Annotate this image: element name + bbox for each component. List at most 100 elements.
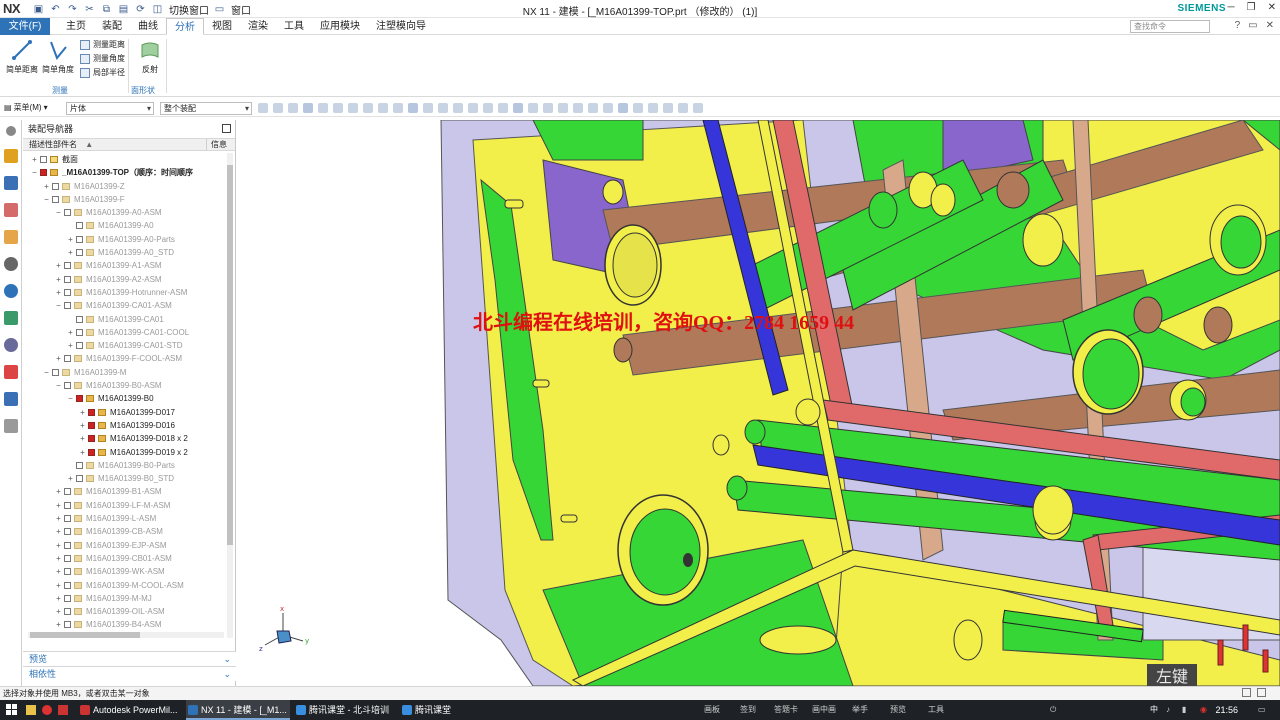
toolbar-tool-icon[interactable] [288,103,298,113]
tree-row[interactable]: + M16A01399-CB-ASM [23,525,229,538]
tab-3[interactable]: 分析 [166,18,204,35]
visibility-checkbox[interactable] [64,302,71,310]
toolbar-tool-icon[interactable] [438,103,448,113]
visibility-checkbox[interactable] [76,249,83,257]
visibility-checkbox[interactable] [64,594,71,602]
visibility-checkbox[interactable] [64,382,71,390]
column-part-name[interactable]: 描述性部件名 [29,140,77,149]
taskbar-app-tencent-class-2[interactable]: 腾讯课堂 [400,700,480,720]
tree-row[interactable]: − M16A01399-F [23,193,229,206]
tree-row[interactable]: + M16A01399-Hotrunner-ASM [23,286,229,299]
tree-row[interactable]: + M16A01399-Z [23,180,229,193]
menu-button[interactable]: ▤ 菜单(M) ▾ [4,102,48,113]
ime-indicator[interactable]: 中 [1150,700,1158,720]
assembly-navigator-icon[interactable] [3,149,18,163]
taskbar-app-nx[interactable]: NX 11 - 建模 - [_M1... [186,700,290,720]
process-studio-icon[interactable] [3,365,18,379]
tab-5[interactable]: 渲染 [240,18,276,35]
tree-row[interactable]: + M16A01399-A0-Parts [23,233,229,246]
selection-scope-select[interactable]: 整个装配 [160,102,252,115]
tree-row[interactable]: + M16A01399-WK-ASM [23,565,229,578]
toolbar-tool-icon[interactable] [273,103,283,113]
settings-icon[interactable] [5,126,16,136]
visibility-checkbox[interactable] [64,209,71,217]
expand-icon[interactable]: + [67,233,74,246]
classroom-tool-3[interactable]: 画中画 [812,700,836,720]
tree-row[interactable]: M16A01399-B0-Parts [23,459,229,472]
classroom-tool-2[interactable]: 答题卡 [774,700,798,720]
taskbar-app-tencent-class[interactable]: 腾讯课堂 - 北斗培训 [294,700,394,720]
collapse-icon[interactable]: − [43,193,50,206]
toolbar-tool-icon[interactable] [633,103,643,113]
horizontal-scrollbar[interactable] [28,632,224,638]
status-box-icon[interactable] [1242,688,1251,697]
tree-row[interactable]: + M16A01399-D018 x 2 [23,432,229,445]
toolbar-tool-icon[interactable] [588,103,598,113]
visibility-checkbox[interactable] [88,448,95,456]
column-info[interactable]: 信息 [206,139,227,151]
visibility-checkbox[interactable] [52,195,59,203]
tree-row[interactable]: + M16A01399-L-ASM [23,512,229,525]
tab-0[interactable]: 主页 [58,18,94,35]
tree-row[interactable]: + M16A01399-B0_STD [23,472,229,485]
tree-row[interactable]: + M16A01399-LF-M-ASM [23,499,229,512]
visibility-checkbox[interactable] [64,554,71,562]
expand-icon[interactable]: + [79,432,86,445]
tree-row[interactable]: − M16A01399-A0-ASM [23,206,229,219]
visibility-checkbox[interactable] [64,528,71,536]
tree-row[interactable]: − M16A01399-B0-ASM [23,379,229,392]
expand-icon[interactable]: + [55,539,62,552]
toolbar-tool-icon[interactable] [453,103,463,113]
network-icon[interactable]: ▮ [1182,700,1186,720]
toolbar-tool-icon[interactable] [498,103,508,113]
tab-7[interactable]: 应用模块 [312,18,368,35]
expand-icon[interactable]: + [55,352,62,365]
tree-row[interactable]: + M16A01399-A1-ASM [23,259,229,272]
tree-row[interactable]: + M16A01399-A2-ASM [23,273,229,286]
tree-row[interactable]: + M16A01399-D019 x 2 [23,446,229,459]
visibility-checkbox[interactable] [64,262,71,270]
collapse-icon[interactable]: − [55,299,62,312]
classroom-tool-4[interactable]: 举手 [852,700,868,720]
expand-icon[interactable]: + [55,565,62,578]
simple-angle-button[interactable]: 简单角度 [40,39,76,75]
visibility-checkbox[interactable] [40,169,47,177]
type-filter-select[interactable]: 片体 [66,102,154,115]
visibility-checkbox[interactable] [76,475,83,483]
visibility-checkbox[interactable] [88,408,95,416]
expand-icon[interactable]: + [79,406,86,419]
expand-icon[interactable]: + [67,246,74,259]
visibility-checkbox[interactable] [64,288,71,296]
reuse-library-icon[interactable] [3,230,18,244]
tree-row[interactable]: − _M16A01399-TOP（顺序：时间顺序 [23,166,229,179]
expand-icon[interactable]: + [55,552,62,565]
toolbar-tool-icon[interactable] [378,103,388,113]
expand-icon[interactable]: + [55,605,62,618]
app-icon[interactable] [58,705,68,715]
visibility-checkbox[interactable] [52,182,59,190]
tree-row[interactable]: − M16A01399-M [23,366,229,379]
visibility-checkbox[interactable] [88,435,95,443]
ribbon-close-icon[interactable]: ✕ [1266,20,1274,31]
collapse-icon[interactable]: − [55,379,62,392]
expand-icon[interactable]: + [55,273,62,286]
expand-icon[interactable]: + [55,485,62,498]
visibility-checkbox[interactable] [76,222,83,230]
collapse-icon[interactable]: − [67,392,74,405]
visibility-checkbox[interactable] [76,235,83,243]
tree-row[interactable]: + M16A01399-B1-ASM [23,485,229,498]
tab-6[interactable]: 工具 [276,18,312,35]
expand-icon[interactable]: + [55,499,62,512]
reflect-button[interactable]: 反射 [132,39,168,75]
visibility-checkbox[interactable] [52,368,59,376]
visibility-checkbox[interactable] [64,608,71,616]
visibility-checkbox[interactable] [64,275,71,283]
collapse-icon[interactable]: − [55,206,62,219]
toolbar-tool-icon[interactable] [393,103,403,113]
expand-icon[interactable]: + [55,592,62,605]
visibility-checkbox[interactable] [76,395,83,403]
mold-assembly-model[interactable]: x y z [243,120,1280,686]
status-box-icon[interactable] [1257,688,1266,697]
clock-icon[interactable] [3,338,18,352]
expand-icon[interactable]: + [55,512,62,525]
